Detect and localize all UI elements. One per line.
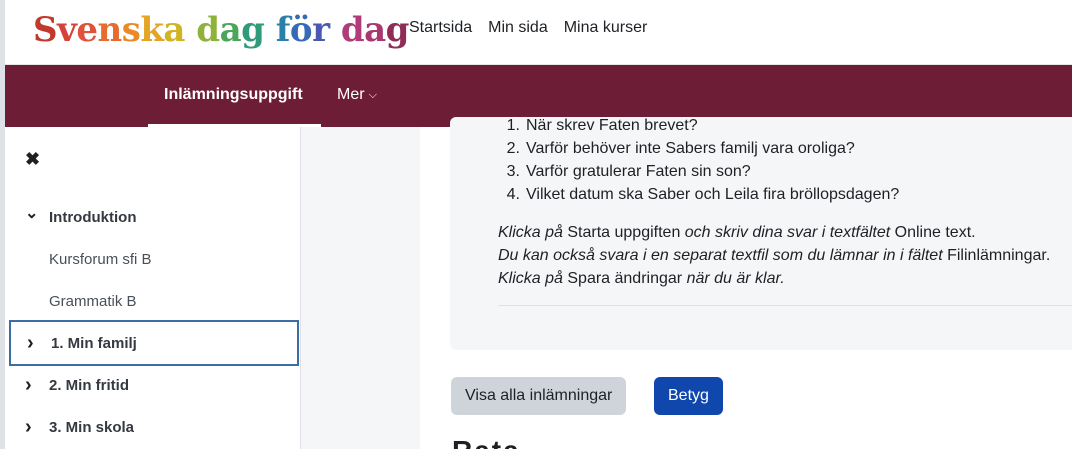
drawer-item-1-min-familj[interactable]: › 1. Min familj bbox=[9, 320, 299, 366]
logo-letter: n bbox=[97, 10, 122, 50]
logo-letter: r bbox=[312, 10, 330, 50]
logo-letter bbox=[329, 10, 340, 50]
chevron-down-icon: ⌵ bbox=[368, 89, 377, 101]
drawer-item-label: Kursforum sfi B bbox=[49, 250, 152, 268]
chevron-right-icon[interactable]: › bbox=[27, 332, 34, 355]
more-menu-button[interactable]: Mer ⌵ bbox=[337, 86, 377, 104]
drawer-item-label: 3. Min skola bbox=[49, 418, 135, 436]
chevron-right-icon[interactable]: › bbox=[25, 374, 32, 397]
main-content: 1. När skrev Faten brevet? 2. Varför behöv… bbox=[420, 117, 1072, 449]
logo-letter bbox=[264, 10, 275, 50]
site-logo[interactable]: Svenska dag för dag bbox=[33, 10, 409, 50]
drawer-item-label: Grammatik B bbox=[49, 292, 137, 310]
assignment-description-card: 1. När skrev Faten brevet? 2. Varför behöv… bbox=[450, 117, 1072, 350]
logo-letter: s bbox=[121, 10, 141, 50]
instruction-line-2: Du kan också svara i en separat textfil … bbox=[498, 247, 1051, 264]
question-item: 4. Vilket datum ska Saber och Leila fira … bbox=[506, 186, 900, 203]
logo-letter: a bbox=[219, 10, 242, 50]
more-label: Mer bbox=[337, 86, 365, 103]
chevron-right-icon[interactable]: › bbox=[25, 416, 32, 439]
top-navbar: Svenska dag för dag Startsida Min sida M… bbox=[5, 0, 1072, 65]
logo-letter: d bbox=[340, 10, 365, 50]
logo-letter: f bbox=[275, 10, 291, 50]
logo-letter: S bbox=[33, 10, 58, 50]
nav-link-min-sida[interactable]: Min sida bbox=[480, 18, 556, 38]
question-item: 2. Varför behöver inte Sabers familj vara… bbox=[506, 140, 855, 157]
divider bbox=[498, 305, 1072, 306]
logo-letter: k bbox=[140, 10, 164, 50]
nav-link-mina-kurser[interactable]: Mina kurser bbox=[556, 18, 656, 38]
logo-letter bbox=[185, 10, 196, 50]
primary-navigation: Startsida Min sida Mina kurser bbox=[401, 18, 655, 38]
chevron-down-icon[interactable]: ⌄ bbox=[25, 203, 38, 223]
instruction-line-3: Klicka på Spara ändringar när du är klar… bbox=[498, 270, 785, 287]
instructions: Klicka på Starta uppgiften och skriv din… bbox=[498, 221, 1050, 290]
nav-link-startsida[interactable]: Startsida bbox=[401, 18, 480, 38]
question-list: 1. När skrev Faten brevet? 2. Varför behöv… bbox=[498, 114, 900, 206]
drawer-item-introduktion[interactable]: ⌄ Introduktion bbox=[5, 196, 301, 238]
drawer-item-label: 1. Min familj bbox=[51, 334, 137, 352]
logo-letter: a bbox=[364, 10, 386, 50]
logo-letter: e bbox=[76, 10, 98, 50]
drawer-item-kursforum-sfi-b[interactable]: Kursforum sfi B bbox=[5, 238, 301, 280]
tab-label: Inlämningsuppgift bbox=[164, 86, 303, 103]
drawer-item-2-min-fritid[interactable]: › 2. Min fritid bbox=[5, 364, 301, 406]
question-item: 1. När skrev Faten brevet? bbox=[506, 117, 698, 134]
view-all-submissions-button[interactable]: Visa alla inlämningar bbox=[451, 377, 627, 415]
logo-letter: a bbox=[163, 10, 185, 50]
drawer-item-3-min-skola[interactable]: › 3. Min skola bbox=[5, 406, 301, 448]
logo-letter: v bbox=[57, 10, 77, 50]
logo-letter: ö bbox=[289, 10, 313, 50]
drawer-item-label: Introduktion bbox=[49, 208, 137, 226]
page: Svenska dag för dag Startsida Min sida M… bbox=[0, 0, 1072, 449]
logo-letter: g bbox=[241, 10, 265, 50]
logo-letter: d bbox=[196, 10, 220, 50]
drawer-item-label: 2. Min fritid bbox=[49, 376, 129, 394]
instruction-line-1: Klicka på Starta uppgiften och skriv din… bbox=[498, 224, 976, 241]
course-index-drawer: ✖ ⌄ Introduktion Kursforum sfi B Grammatik … bbox=[5, 127, 301, 449]
tab-inlamningsuppgift[interactable]: Inlämningsuppgift bbox=[148, 65, 321, 127]
question-item: 3. Varför gratulerar Faten sin son? bbox=[506, 163, 751, 180]
close-icon[interactable]: ✖ bbox=[25, 149, 40, 170]
content-gutter bbox=[301, 127, 420, 449]
drawer-item-grammatik-b[interactable]: Grammatik B bbox=[5, 280, 301, 322]
grade-button[interactable]: Betyg bbox=[654, 377, 723, 415]
section-heading-partial: Rata........ bbox=[452, 435, 599, 449]
